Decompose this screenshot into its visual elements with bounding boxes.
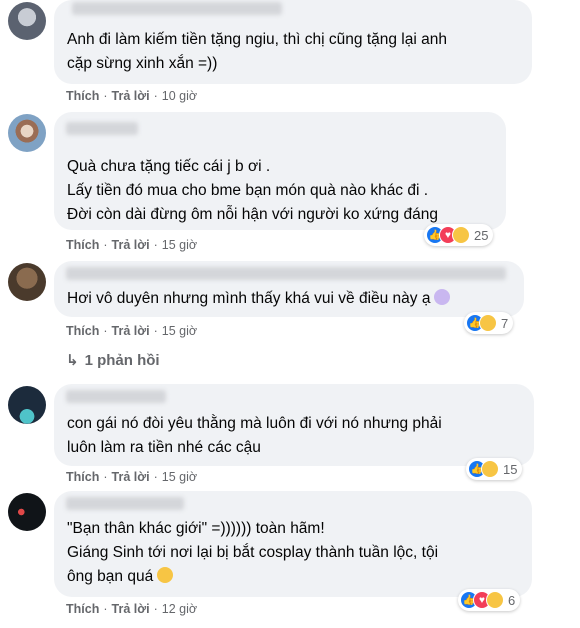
timestamp[interactable]: 10 giờ — [162, 89, 197, 103]
reaction-count: 7 — [501, 315, 509, 331]
comment-text: "Bạn thân khác giới" =)))))) toàn hãm! G… — [67, 517, 522, 589]
separator-dot: · — [153, 324, 158, 338]
comment-text: Quà chưa tặng tiếc cái j b ơi . Lấy tiền… — [67, 158, 438, 223]
like-button[interactable]: Thích — [66, 238, 99, 252]
reaction-count: 25 — [474, 227, 489, 243]
reaction-summary[interactable]: 👍 7 — [464, 312, 514, 334]
reply-button[interactable]: Trả lời — [112, 470, 150, 484]
comment-actions: Thích · Trả lời · 15 giờ — [66, 238, 197, 252]
author-name-redacted — [72, 2, 282, 15]
comment-text: Hơi vô duyên nhưng mình thấy khá vui về … — [67, 287, 514, 311]
comment-bubble: Hơi vô duyên nhưng mình thấy khá vui về … — [54, 261, 524, 317]
comment-actions: Thích · Trả lời · 15 giờ — [66, 324, 197, 338]
reaction-summary[interactable]: 👍 ♥ 6 — [458, 589, 521, 611]
reply-button[interactable]: Trả lời — [112, 602, 150, 616]
crying-emoji-icon — [157, 567, 174, 583]
reaction-count: 6 — [508, 592, 516, 608]
avatar[interactable] — [8, 386, 46, 424]
comment-text: con gái nó đòi yêu thằng mà luôn đi với … — [67, 415, 442, 456]
view-replies-link[interactable]: ↳ 1 phản hồi — [66, 351, 160, 370]
avatar[interactable] — [8, 263, 46, 301]
avatar[interactable] — [8, 2, 46, 40]
reply-button[interactable]: Trả lời — [112, 238, 150, 252]
replies-count: 1 phản hồi — [84, 351, 160, 369]
comment-bubble: Anh đi làm kiếm tiền tặng ngiu, thì chị … — [54, 0, 532, 84]
timestamp[interactable]: 15 giờ — [162, 470, 197, 484]
separator-dot: · — [153, 89, 158, 103]
reaction-count: 15 — [503, 461, 518, 477]
haha-reaction-icon — [479, 314, 497, 332]
avatar[interactable] — [8, 493, 46, 531]
comment-actions: Thích · Trả lời · 15 giờ — [66, 470, 197, 484]
separator-dot: · — [153, 238, 158, 252]
comment-bubble: "Bạn thân khác giới" =)))))) toàn hãm! G… — [54, 491, 532, 597]
haha-reaction-icon — [481, 460, 499, 478]
comment-bubble: Quà chưa tặng tiếc cái j b ơi . Lấy tiền… — [54, 112, 506, 230]
like-button[interactable]: Thích — [66, 89, 99, 103]
comment-actions: Thích · Trả lời · 12 giờ — [66, 602, 197, 616]
separator-dot: · — [103, 89, 108, 103]
separator-dot: · — [103, 238, 108, 252]
reply-button[interactable]: Trả lời — [112, 324, 150, 338]
separator-dot: · — [103, 602, 108, 616]
author-name-redacted — [66, 122, 138, 135]
comment-actions: Thích · Trả lời · 10 giờ — [66, 89, 197, 103]
reply-button[interactable]: Trả lời — [112, 89, 150, 103]
haha-reaction-icon — [486, 591, 504, 609]
author-name-redacted — [66, 390, 166, 403]
unicorn-emoji-icon — [434, 289, 451, 305]
comment-text-content: Hơi vô duyên nhưng mình thấy khá vui về … — [67, 290, 431, 307]
timestamp[interactable]: 15 giờ — [162, 324, 197, 338]
timestamp[interactable]: 15 giờ — [162, 238, 197, 252]
like-button[interactable]: Thích — [66, 470, 99, 484]
like-button[interactable]: Thích — [66, 602, 99, 616]
separator-dot: · — [103, 470, 108, 484]
author-name-redacted — [66, 267, 506, 280]
like-button[interactable]: Thích — [66, 324, 99, 338]
separator-dot: · — [153, 470, 158, 484]
timestamp[interactable]: 12 giờ — [162, 602, 197, 616]
reaction-summary[interactable]: 👍 15 — [466, 458, 523, 480]
reply-arrow-icon: ↳ — [66, 352, 79, 369]
comment-text-content: "Bạn thân khác giới" =)))))) toàn hãm! G… — [67, 520, 439, 585]
comment-text: Anh đi làm kiếm tiền tặng ngiu, thì chị … — [67, 31, 447, 72]
reaction-summary[interactable]: 👍 ♥ 25 — [424, 224, 494, 246]
haha-reaction-icon — [452, 226, 470, 244]
avatar[interactable] — [8, 114, 46, 152]
author-name-redacted — [66, 497, 184, 510]
separator-dot: · — [103, 324, 108, 338]
separator-dot: · — [153, 602, 158, 616]
comment-bubble: con gái nó đòi yêu thằng mà luôn đi với … — [54, 384, 534, 466]
